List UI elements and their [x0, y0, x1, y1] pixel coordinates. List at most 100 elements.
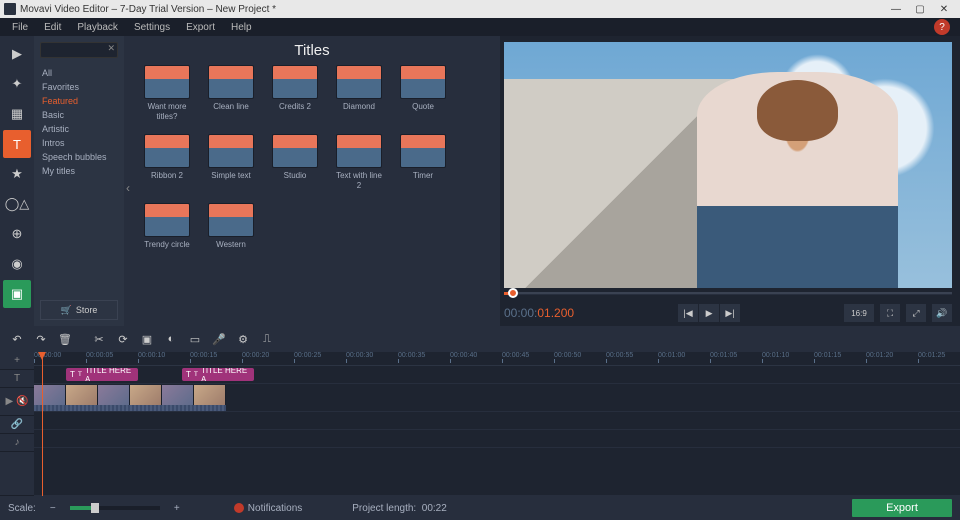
filters-tool-icon[interactable]: ✦ — [3, 70, 31, 98]
title-thumb[interactable]: Timer — [400, 134, 446, 191]
delete-icon[interactable]: 🗑 — [54, 329, 76, 349]
title-thumb[interactable]: Simple text — [208, 134, 254, 191]
thumb-label: Western — [216, 240, 246, 250]
title-thumb[interactable]: Western — [208, 203, 254, 250]
title-thumb[interactable]: Text with line 2 — [336, 134, 382, 191]
cut-icon[interactable]: ✂ — [88, 329, 110, 349]
search-input[interactable]: ✕ — [40, 42, 118, 58]
color-icon[interactable]: ◐ — [160, 329, 182, 349]
scrub-knob[interactable] — [508, 288, 518, 298]
menu-file[interactable]: File — [4, 22, 36, 33]
record-icon[interactable]: 🎤 — [208, 329, 230, 349]
playhead[interactable] — [42, 352, 43, 496]
video-track[interactable] — [34, 384, 960, 412]
ruler-tick: 00:00:45 — [502, 352, 529, 359]
cat-mytitles[interactable]: My titles — [42, 164, 116, 178]
rotate-icon[interactable]: ⟳ — [112, 329, 134, 349]
prev-button[interactable]: |◀ — [678, 304, 698, 322]
title-thumb[interactable]: Studio — [272, 134, 318, 191]
equalizer-icon[interactable]: ⎍ — [256, 329, 278, 349]
ruler-tick: 00:00:25 — [294, 352, 321, 359]
fullscreen-icon[interactable]: ⤢ — [906, 304, 926, 322]
help-icon[interactable]: ? — [934, 19, 950, 35]
title-clip[interactable]: TT TITLE HERE A — [66, 368, 138, 381]
title-thumb[interactable]: Ribbon 2 — [144, 134, 190, 191]
title-thumb[interactable]: Want more titles? — [144, 65, 190, 122]
ruler-tick: 00:00:55 — [606, 352, 633, 359]
zoom-out-icon[interactable]: − — [46, 501, 60, 515]
title-thumb[interactable]: Credits 2 — [272, 65, 318, 122]
ruler-tick: 00:00:15 — [190, 352, 217, 359]
notification-dot-icon — [234, 503, 244, 513]
ruler-tick: 00:00:05 — [86, 352, 113, 359]
settings-gear-icon[interactable]: ⚙ — [232, 329, 254, 349]
close-button[interactable]: ✕ — [932, 1, 956, 17]
transitions-tool-icon[interactable]: ▦ — [3, 100, 31, 128]
store-button[interactable]: 🛒 Store — [40, 300, 118, 320]
cat-artistic[interactable]: Artistic — [42, 122, 116, 136]
shapes-tool-icon[interactable]: ◯△ — [3, 190, 31, 218]
scrubber[interactable] — [504, 290, 952, 296]
preview-video[interactable] — [504, 42, 952, 288]
menu-settings[interactable]: Settings — [126, 22, 178, 33]
title-clip[interactable]: TT TITLE HERE A — [182, 368, 254, 381]
menu-help[interactable]: Help — [223, 22, 260, 33]
title-track[interactable]: TT TITLE HERE A TT TITLE HERE A — [34, 366, 960, 384]
thumb-label: Text with line 2 — [336, 171, 382, 191]
cat-all[interactable]: All — [42, 66, 116, 80]
clip-props-icon[interactable]: ▭ — [184, 329, 206, 349]
titles-gallery: ‹ Titles Want more titles? Clean line Cred… — [124, 36, 500, 326]
title-thumb[interactable]: Trendy circle — [144, 203, 190, 250]
cat-speech[interactable]: Speech bubbles — [42, 150, 116, 164]
titles-tool-icon[interactable]: T — [3, 130, 31, 158]
audio-track[interactable] — [34, 430, 960, 448]
notifications-button[interactable]: Notifications — [234, 503, 302, 514]
thumb-label: Timer — [413, 171, 433, 181]
cat-basic[interactable]: Basic — [42, 108, 116, 122]
thumb-label: Simple text — [211, 171, 251, 181]
thumb-label: Quote — [412, 102, 434, 112]
add-track-icon[interactable]: + — [0, 352, 34, 370]
audio-track-header[interactable]: ♪ — [0, 434, 34, 452]
zoom-tool-icon[interactable]: ⊕ — [3, 220, 31, 248]
redo-icon[interactable]: ↷ — [30, 329, 52, 349]
play-button[interactable]: ▶ — [699, 304, 719, 322]
video-track-header[interactable]: ▶ 🔇 — [0, 388, 34, 416]
capture-tool-icon[interactable]: ◉ — [3, 250, 31, 278]
link-track-icon[interactable]: 🔗 — [0, 416, 34, 434]
crop-icon[interactable]: ▣ — [136, 329, 158, 349]
zoom-in-icon[interactable]: + — [170, 501, 184, 515]
minimize-button[interactable]: — — [884, 1, 908, 17]
time-ruler[interactable]: 00:00:0000:00:0500:00:1000:00:1500:00:20… — [34, 352, 960, 366]
menu-export[interactable]: Export — [178, 22, 223, 33]
chevron-left-icon[interactable]: ‹ — [126, 181, 130, 195]
cat-favorites[interactable]: Favorites — [42, 80, 116, 94]
next-button[interactable]: ▶| — [720, 304, 740, 322]
notifications-label: Notifications — [248, 503, 302, 514]
title-track-header[interactable]: T — [0, 370, 34, 388]
maximize-button[interactable]: ▢ — [908, 1, 932, 17]
title-thumb[interactable]: Clean line — [208, 65, 254, 122]
import-tool-icon[interactable]: ▶ — [3, 40, 31, 68]
thumb-image — [144, 134, 190, 168]
cat-intros[interactable]: Intros — [42, 136, 116, 150]
cat-featured[interactable]: Featured — [42, 94, 116, 108]
aspect-button[interactable]: 16:9 — [844, 304, 874, 322]
title-thumb[interactable]: Diamond — [336, 65, 382, 122]
menu-playback[interactable]: Playback — [69, 22, 126, 33]
timeline: + T ▶ 🔇 🔗 ♪ 00:00:0000:00:0500:00:1000:0… — [0, 352, 960, 496]
clear-search-icon[interactable]: ✕ — [107, 43, 115, 54]
menu-edit[interactable]: Edit — [36, 22, 69, 33]
link-track[interactable] — [34, 412, 960, 430]
title-thumb[interactable]: Quote — [400, 65, 446, 122]
ruler-tick: 00:01:25 — [918, 352, 945, 359]
expand-icon[interactable]: ⛶ — [880, 304, 900, 322]
export-button[interactable]: Export — [852, 499, 952, 517]
more-tool-icon[interactable]: ▣ — [3, 280, 31, 308]
stickers-tool-icon[interactable]: ★ — [3, 160, 31, 188]
undo-icon[interactable]: ↶ — [6, 329, 28, 349]
volume-icon[interactable]: 🔊 — [932, 304, 952, 322]
gallery-heading: Titles — [124, 36, 500, 61]
zoom-slider[interactable] — [70, 506, 160, 510]
thumb-label: Diamond — [343, 102, 375, 112]
